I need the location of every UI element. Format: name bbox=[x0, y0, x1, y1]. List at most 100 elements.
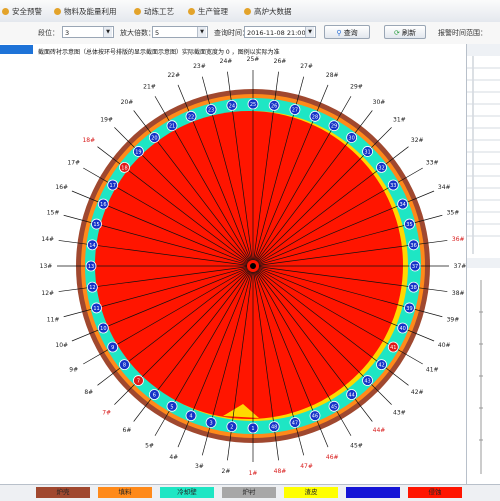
refresh-button[interactable]: ⟳ 刷新 bbox=[384, 25, 426, 39]
node-number: 16 bbox=[100, 202, 106, 208]
station-label: 段位： bbox=[38, 29, 59, 37]
node-number: 8 bbox=[123, 363, 126, 369]
node-number: 3 bbox=[209, 420, 212, 426]
position-label: 34# bbox=[438, 184, 451, 191]
menu-bar: 安全预警 物料及能量利用 动炼工艺 生产管理 高炉大数据 bbox=[0, 0, 500, 23]
query-toolbar: 段位： 3 ▼ 放大倍数： 5 ▼ 查询时间： 2016-11-08 21:00… bbox=[0, 22, 500, 45]
node-number: 32 bbox=[378, 165, 384, 171]
node-number: 14 bbox=[89, 243, 95, 249]
node-number: 19 bbox=[135, 149, 141, 155]
position-label: 31# bbox=[393, 117, 406, 124]
zoom-value: 5 bbox=[155, 29, 160, 37]
position-label: 14# bbox=[41, 236, 54, 243]
refresh-button-label: 刷新 bbox=[402, 29, 417, 37]
position-label: 48# bbox=[274, 468, 287, 475]
node-number: 39 bbox=[406, 306, 412, 312]
node-number: 31 bbox=[364, 149, 370, 155]
position-label: 6# bbox=[123, 427, 132, 434]
zoom-label: 放大倍数： bbox=[120, 29, 155, 37]
legend-label: 侵蚀 bbox=[428, 488, 442, 496]
node-number: 12 bbox=[89, 285, 95, 291]
node-number: 17 bbox=[110, 183, 116, 189]
position-label: 27# bbox=[300, 63, 313, 70]
legend-label: 渣皮 bbox=[304, 488, 318, 496]
selected-list-item[interactable] bbox=[0, 45, 33, 54]
position-label: 37# bbox=[454, 263, 466, 270]
node-number: 26 bbox=[271, 103, 277, 109]
left-panel bbox=[0, 44, 35, 484]
menu-item-safety-alert[interactable]: 安全预警 bbox=[2, 6, 42, 18]
menu-label: 生产管理 bbox=[198, 7, 228, 16]
menu-label: 高炉大数据 bbox=[254, 7, 292, 16]
legend-label: 炉壳 bbox=[56, 488, 70, 496]
node-number: 27 bbox=[292, 108, 298, 114]
position-label: 17# bbox=[67, 160, 80, 167]
position-label: 18# bbox=[82, 137, 95, 144]
position-label: 35# bbox=[447, 209, 460, 216]
node-number: 41 bbox=[390, 345, 396, 351]
node-number: 30 bbox=[348, 135, 354, 141]
position-label: 33# bbox=[426, 160, 439, 167]
node-number: 22 bbox=[188, 114, 194, 120]
menu-item-process[interactable]: 动炼工艺 bbox=[134, 6, 174, 18]
menu-item-production[interactable]: 生产管理 bbox=[188, 6, 228, 18]
node-number: 45 bbox=[331, 404, 337, 410]
chart-header bbox=[467, 258, 500, 268]
center-point bbox=[250, 263, 256, 269]
legend-filler: 填料 bbox=[98, 487, 152, 498]
position-label: 42# bbox=[411, 389, 424, 396]
right-panel-header bbox=[467, 44, 500, 56]
search-icon: ⚲ bbox=[336, 29, 342, 37]
position-label: 39# bbox=[447, 317, 460, 324]
position-label: 8# bbox=[84, 389, 93, 396]
node-number: 9 bbox=[111, 345, 114, 351]
position-label: 30# bbox=[373, 99, 386, 106]
position-label: 26# bbox=[274, 58, 287, 65]
chevron-down-icon: ▼ bbox=[305, 27, 314, 37]
node-number: 2 bbox=[230, 425, 233, 431]
legend-blue bbox=[346, 487, 400, 498]
legend-label: 炉衬 bbox=[242, 488, 256, 496]
station-select[interactable]: 3 ▼ bbox=[62, 26, 114, 38]
main-diagram-area: 截面砖衬示意图（总体按环号排版的显示截面示意图）实际截面宽度为 0 ，图例以实际… bbox=[34, 44, 466, 484]
position-label: 46# bbox=[326, 454, 339, 461]
node-number: 46 bbox=[312, 414, 318, 420]
menu-label: 动炼工艺 bbox=[144, 7, 174, 16]
node-number: 6 bbox=[153, 393, 156, 399]
menu-icon bbox=[188, 8, 195, 15]
position-label: 13# bbox=[40, 263, 53, 270]
menu-item-material-energy[interactable]: 物料及能量利用 bbox=[54, 6, 117, 18]
node-number: 29 bbox=[331, 124, 337, 130]
position-label: 15# bbox=[47, 209, 60, 216]
menu-icon bbox=[134, 8, 141, 15]
node-number: 13 bbox=[88, 264, 94, 270]
menu-icon bbox=[54, 8, 61, 15]
legend-label: 填料 bbox=[118, 488, 132, 496]
legend-bar: 炉壳 填料 冷却壁 炉衬 渣皮 侵蚀 bbox=[0, 484, 500, 501]
position-label: 44# bbox=[373, 427, 386, 434]
query-button-label: 查询 bbox=[343, 29, 358, 37]
node-number: 25 bbox=[250, 102, 256, 108]
node-number: 48 bbox=[271, 425, 277, 431]
node-number: 1 bbox=[251, 426, 254, 432]
node-number: 33 bbox=[390, 183, 396, 189]
time-value: 2016-11-08 21:00 bbox=[247, 29, 306, 37]
position-label: 3# bbox=[195, 463, 204, 470]
query-button[interactable]: ⚲ 查询 bbox=[324, 25, 370, 39]
position-label: 23# bbox=[193, 63, 206, 70]
node-number: 4 bbox=[189, 414, 192, 420]
position-label: 4# bbox=[169, 454, 178, 461]
position-label: 10# bbox=[55, 342, 68, 349]
legend-label: 冷却壁 bbox=[177, 488, 197, 496]
zoom-select[interactable]: 5 ▼ bbox=[152, 26, 208, 38]
node-number: 15 bbox=[93, 222, 99, 228]
time-input[interactable]: 2016-11-08 21:00 ▼ bbox=[244, 26, 316, 38]
chevron-down-icon: ▼ bbox=[197, 27, 206, 37]
legend-erosion: 侵蚀 bbox=[408, 487, 462, 498]
node-number: 42 bbox=[378, 363, 384, 369]
position-label: 36# bbox=[452, 236, 465, 243]
position-label: 21# bbox=[143, 84, 156, 91]
station-value: 3 bbox=[65, 29, 70, 37]
position-label: 25# bbox=[247, 56, 260, 63]
menu-item-big-data[interactable]: 高炉大数据 bbox=[244, 6, 292, 18]
